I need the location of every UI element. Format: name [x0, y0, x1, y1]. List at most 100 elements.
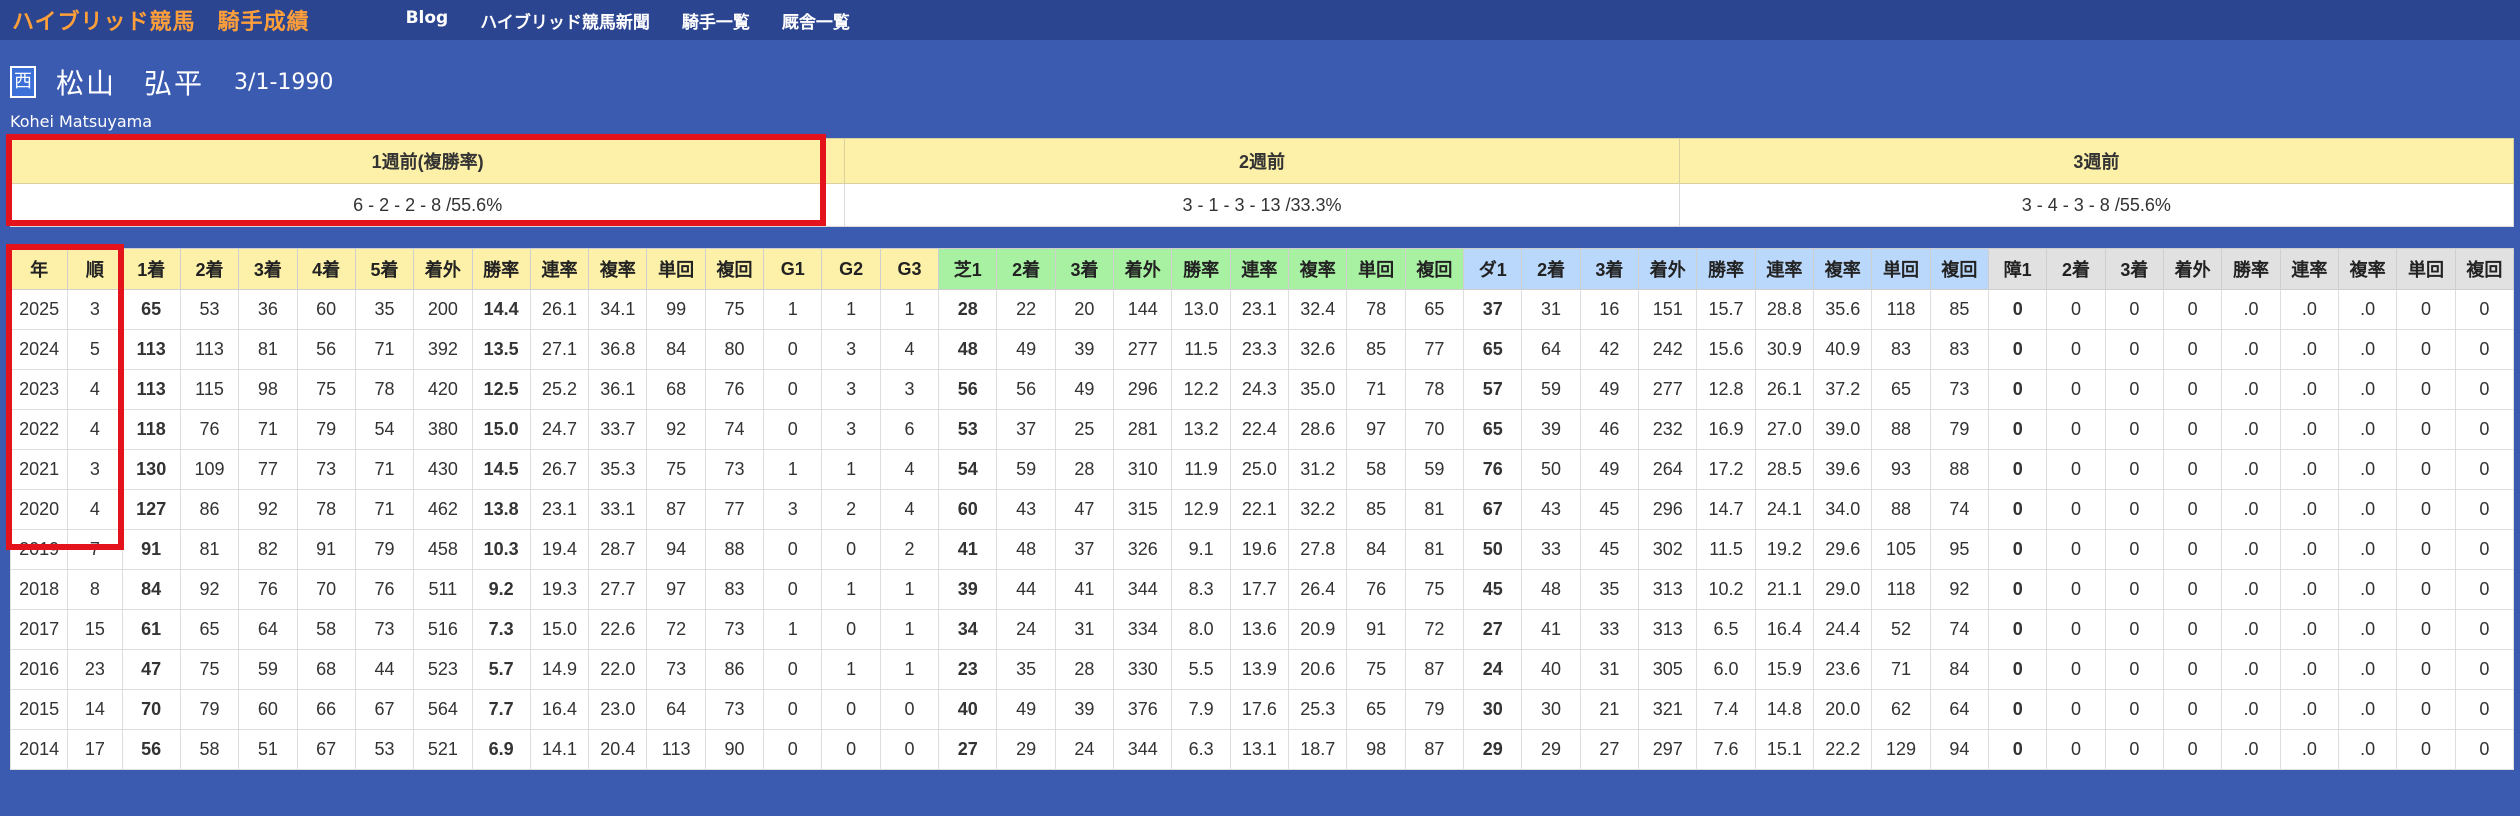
stats-cell: .0: [2279, 569, 2340, 610]
stats-cell: 1: [879, 569, 940, 610]
stats-header-col-30: 連率: [1754, 248, 1815, 290]
stats-cell: 74: [1929, 609, 1990, 650]
stats-header-col-20: 勝率: [1171, 248, 1231, 290]
stats-cell: 23.1: [529, 489, 590, 530]
stats-cell: 4: [67, 369, 123, 410]
stats-cell: 43: [1521, 489, 1581, 530]
stats-cell: 83: [1871, 329, 1931, 370]
stats-cell: 30: [1521, 689, 1581, 730]
stats-cell: 0: [763, 649, 823, 690]
stats-cell: 13.0: [1171, 289, 1231, 330]
stats-cell: 46: [1579, 409, 1640, 450]
stats-cell: .0: [2337, 369, 2398, 410]
stats-cell: 60: [938, 489, 998, 530]
nav-link-blog[interactable]: Blog: [406, 8, 449, 33]
stats-cell: 27.7: [588, 569, 648, 610]
stats-cell: 28.8: [1754, 289, 1815, 330]
stats-cell: 13.1: [1229, 729, 1290, 770]
site-title-main[interactable]: ハイブリッド競馬: [12, 10, 196, 35]
stats-cell: 41: [1054, 569, 1115, 610]
stats-cell: 90: [704, 729, 765, 770]
stats-cell: 129: [1871, 729, 1931, 770]
nav-link-stable-list[interactable]: 厩舎一覧: [782, 8, 850, 33]
stats-cell: 1: [763, 609, 823, 650]
stats-header-col-3: 2着: [179, 248, 240, 290]
stats-cell: 3: [821, 369, 881, 410]
stats-cell: 35.6: [1813, 289, 1873, 330]
stats-cell: 71: [354, 449, 415, 490]
stats-cell: 0: [763, 409, 823, 450]
stats-header-col-12: 複回: [704, 248, 765, 290]
stats-cell: 0: [2454, 329, 2515, 370]
stats-cell: 73: [704, 449, 765, 490]
stats-cell: 29: [1463, 729, 1523, 770]
stats-cell: 1: [821, 449, 881, 490]
stats-cell: 1: [879, 649, 940, 690]
stats-cell: 28: [1054, 649, 1115, 690]
stats-cell: 0: [1988, 529, 2048, 570]
stats-cell: 0: [2163, 449, 2223, 490]
site-title[interactable]: ハイブリッド競馬 騎手成績: [12, 4, 310, 36]
stats-cell: 0: [2454, 569, 2515, 610]
nav-links: Blog ハイブリッド競馬新聞 騎手一覧 厩舎一覧: [406, 8, 882, 33]
stats-cell: 81: [179, 529, 240, 570]
stats-cell: .0: [2337, 729, 2398, 770]
stats-cell: 34.0: [1813, 489, 1873, 530]
stats-cell: 40.9: [1813, 329, 1873, 370]
stats-cell: 27.8: [1288, 529, 1348, 570]
stats-header-col-15: G3: [879, 248, 940, 290]
stats-cell: 0: [2163, 289, 2223, 330]
stats-cell: 18.7: [1288, 729, 1348, 770]
stats-cell: 344: [1113, 729, 1173, 770]
stats-cell: 17.2: [1696, 449, 1756, 490]
stats-cell: 56: [121, 729, 181, 770]
stats-cell: 0: [2396, 449, 2456, 490]
stats-cell: 281: [1113, 409, 1173, 450]
stats-cell: 75: [1346, 649, 1406, 690]
stats-cell: 2017: [9, 609, 69, 650]
stats-cell: 5.7: [471, 649, 531, 690]
stats-cell: 0: [1988, 689, 2048, 730]
stats-cell: 60: [296, 289, 356, 330]
stats-cell: 3: [821, 329, 881, 370]
stats-cell: 1: [879, 289, 940, 330]
stats-cell: 0: [763, 529, 823, 570]
stats-cell: 64: [1521, 329, 1581, 370]
stats-cell: 35.3: [588, 449, 648, 490]
jockey-name: 松山 弘平: [56, 62, 204, 102]
stats-cell: 79: [1404, 689, 1465, 730]
stats-cell: .0: [2221, 609, 2281, 650]
stats-cell: 70: [1404, 409, 1465, 450]
stats-cell: 19.2: [1754, 529, 1815, 570]
stats-cell: 47: [1054, 489, 1115, 530]
stats-cell: 1: [821, 569, 881, 610]
stats-cell: 67: [1463, 489, 1523, 530]
site-title-sub[interactable]: 騎手成績: [218, 10, 310, 35]
stats-cell: 127: [121, 489, 181, 530]
stats-cell: 0: [2454, 649, 2515, 690]
stats-cell: .0: [2221, 569, 2281, 610]
nav-link-newspaper[interactable]: ハイブリッド競馬新聞: [480, 8, 650, 33]
stats-cell: 13.9: [1229, 649, 1290, 690]
stats-header-col-29: 勝率: [1696, 248, 1756, 290]
stats-cell: 0: [2104, 329, 2165, 370]
stats-cell: 0: [2396, 649, 2456, 690]
stats-cell: 0: [2046, 449, 2106, 490]
stats-cell: 53: [938, 409, 998, 450]
stats-cell: 70: [296, 569, 356, 610]
nav-link-jockey-list[interactable]: 騎手一覧: [682, 8, 750, 33]
stats-cell: 0: [2163, 489, 2223, 530]
stats-cell: 70: [121, 689, 181, 730]
stats-cell: 0: [2454, 289, 2515, 330]
stats-header-col-21: 連率: [1229, 248, 1290, 290]
stats-cell: .0: [2337, 689, 2398, 730]
stats-cell: 25: [1054, 409, 1115, 450]
stats-cell: 296: [1638, 489, 1698, 530]
stats-cell: 71: [354, 489, 415, 530]
stats-cell: 458: [413, 529, 473, 570]
stats-cell: 88: [704, 529, 765, 570]
stats-cell: 7.9: [1171, 689, 1231, 730]
stats-cell: 23.6: [1813, 649, 1873, 690]
stats-cell: 59: [1521, 369, 1581, 410]
stats-cell: 0: [2046, 329, 2106, 370]
